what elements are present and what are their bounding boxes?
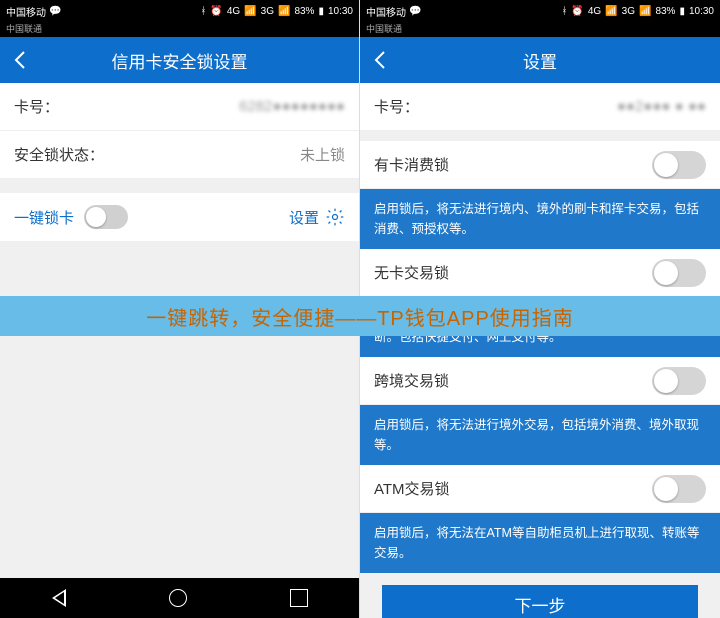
statusbar: 中国移动 💬 ᚼ ⏰ 4G 📶 3G 📶 83% ▮ 10:30 [0, 0, 359, 22]
gear-icon [325, 207, 345, 227]
bluetooth-icon: ᚼ [200, 6, 206, 17]
lock-status-value: 未上锁 [300, 144, 345, 165]
lock-status-row: 安全锁状态： 未上锁 [0, 131, 359, 179]
signal-3g: 3G [622, 6, 635, 17]
wechat-icon: 💬 [49, 6, 61, 17]
page-title: 信用卡安全锁设置 [112, 48, 248, 73]
lock-toggle[interactable] [652, 475, 706, 503]
signal-3g: 3G [261, 6, 274, 17]
battery-icon: ▮ [318, 6, 324, 17]
signal-4g: 4G [588, 6, 601, 17]
lock-toggle[interactable] [652, 259, 706, 287]
section-title: 有卡消费锁 [374, 154, 449, 175]
section-gap [360, 131, 720, 141]
one-click-lock-label: 一键锁卡 [14, 207, 74, 228]
lock-action-row: 一键锁卡 设置 [0, 193, 359, 241]
section-title: 跨境交易锁 [374, 370, 449, 391]
carrier2: 中国联通 [0, 22, 359, 37]
battery-icon: ▮ [679, 6, 685, 17]
bluetooth-icon: ᚼ [561, 6, 567, 17]
signal-bars-icon: 📶 [605, 6, 617, 17]
page-title: 设置 [523, 48, 557, 73]
battery-percent: 83% [655, 6, 675, 17]
signal-bars-icon: 📶 [639, 6, 651, 17]
nav-back[interactable] [52, 589, 66, 607]
back-button[interactable] [0, 37, 40, 83]
section-hint: 启用锁后，将无法进行境外交易，包括境外消费、境外取现等。 [360, 405, 720, 465]
next-button[interactable]: 下一步 [382, 585, 698, 618]
android-navbar [0, 578, 359, 618]
section-title: 无卡交易锁 [374, 262, 449, 283]
clock: 10:30 [689, 6, 714, 17]
card-label: 卡号： [374, 96, 419, 117]
carrier-label: 中国移动 [366, 4, 406, 19]
lock-toggle[interactable] [652, 367, 706, 395]
card-value: 6282●●●●●●●● [239, 98, 345, 115]
overlay-banner: 一键跳转，安全便捷——TP钱包APP使用指南 [0, 296, 720, 336]
wechat-icon: 💬 [409, 6, 421, 17]
app-header: 设置 [360, 37, 720, 83]
section-title: ATM交易锁 [374, 478, 450, 499]
signal-bars-icon: 📶 [244, 6, 256, 17]
carrier-label: 中国移动 [6, 4, 46, 19]
lock-section-atm: ATM交易锁 [360, 465, 720, 513]
lock-section-crossborder: 跨境交易锁 [360, 357, 720, 405]
nav-home[interactable] [169, 589, 187, 607]
statusbar: 中国移动 💬 ᚼ ⏰ 4G 📶 3G 📶 83% ▮ 10:30 [360, 0, 720, 22]
card-number-row: 卡号： ●●2●●● ● ●● [360, 83, 720, 131]
one-click-lock-toggle[interactable] [84, 205, 128, 229]
carrier2: 中国联通 [360, 22, 720, 37]
lock-toggle[interactable] [652, 151, 706, 179]
clock: 10:30 [328, 6, 353, 17]
settings-label: 设置 [289, 207, 319, 228]
lock-section-card-consume: 有卡消费锁 [360, 141, 720, 189]
nav-recent[interactable] [290, 589, 308, 607]
lock-sections-list: 有卡消费锁 启用锁后，将无法进行境内、境外的刷卡和挥卡交易，包括消费、预授权等。… [360, 141, 720, 618]
back-button[interactable] [360, 37, 400, 83]
alarm-icon: ⏰ [210, 6, 222, 17]
signal-4g: 4G [227, 6, 240, 17]
settings-button[interactable]: 设置 [289, 207, 345, 228]
section-hint: 启用锁后，将无法在ATM等自助柜员机上进行取现、转账等交易。 [360, 513, 720, 573]
lock-status-label: 安全锁状态： [14, 144, 104, 165]
app-header: 信用卡安全锁设置 [0, 37, 359, 83]
lock-section-cardless: 无卡交易锁 [360, 249, 720, 297]
section-gap [0, 179, 359, 193]
alarm-icon: ⏰ [571, 6, 583, 17]
card-value: ●●2●●● ● ●● [617, 98, 706, 115]
section-hint: 启用锁后，将无法进行境内、境外的刷卡和挥卡交易，包括消费、预授权等。 [360, 189, 720, 249]
card-label: 卡号： [14, 96, 59, 117]
card-number-row: 卡号： 6282●●●●●●●● [0, 83, 359, 131]
battery-percent: 83% [294, 6, 314, 17]
signal-bars-icon: 📶 [278, 6, 290, 17]
